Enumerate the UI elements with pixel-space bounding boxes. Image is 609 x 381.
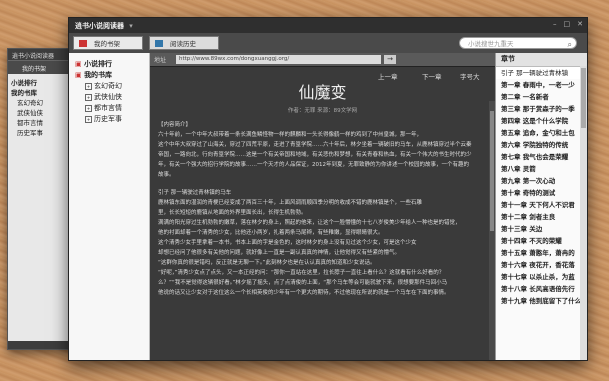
tab-bar: 我的书架 阅读历史 小说搜世九重天 ⌕ bbox=[69, 33, 587, 54]
chapter-item[interactable]: 引子 那一辆驶过青林镇 bbox=[496, 67, 587, 79]
paragraph: 引子 那一辆驶过青林镇的马车 bbox=[158, 190, 232, 196]
main-window: 逍书小说阅读器 ▾ – □ ✕ 我的书架 阅读历史 小说搜世九重天 ⌕ ▣ 小说… bbox=[68, 17, 588, 361]
chapter-item[interactable]: 第十八章 长风高语倍先行 bbox=[496, 283, 587, 295]
tab-label: 我的书架 bbox=[94, 40, 120, 48]
sidebar-item-lishi[interactable]: + 历史军事 bbox=[69, 114, 149, 125]
expand-icon[interactable]: + bbox=[85, 115, 92, 123]
chapter-list: 章节 引子 那一辆驶过青林镇 第一章 春雨中，一老一少 第二章 一名新者 第三章… bbox=[495, 53, 587, 360]
paragraph: 他的衬面却着一个清秀的少女，比他还小两岁，扎着两条马尾辫，有些稚嫩，显得眼睛很大… bbox=[158, 230, 384, 236]
title-menu-icon[interactable]: ▾ bbox=[129, 22, 133, 30]
bg-tree-item[interactable]: 武侠仙侠 bbox=[11, 108, 69, 118]
chapter-item[interactable]: 第十一章 天下何人不识君 bbox=[496, 199, 587, 211]
bg-tree-item[interactable]: 我的书库 bbox=[11, 88, 69, 98]
chapter-item[interactable]: 第三章 那于赏森子的一季 bbox=[496, 103, 587, 115]
chapter-item[interactable]: 第十二章 剑者主良 bbox=[496, 211, 587, 223]
address-label: 地址 bbox=[154, 57, 167, 64]
sidebar-item-xuanhuan[interactable]: + 玄幻奇幻 bbox=[69, 81, 149, 92]
tab-history[interactable]: 阅读历史 bbox=[149, 36, 219, 50]
history-icon bbox=[155, 40, 163, 47]
sidebar-label: 玄幻奇幻 bbox=[94, 82, 122, 90]
chapter-nav: 上一章 下一章 字号大 bbox=[150, 67, 495, 81]
chapter-item[interactable]: 第八章 灵箭 bbox=[496, 163, 587, 175]
chapter-item[interactable]: 第七章 我气也会是荣耀 bbox=[496, 151, 587, 163]
reader-pane: 地址 http://www.89wx.com/dongxuanggj.org/ … bbox=[150, 53, 495, 360]
sidebar-label: 小说排行 bbox=[84, 60, 113, 68]
address-bar: 地址 http://www.89wx.com/dongxuanggj.org/ … bbox=[150, 53, 495, 67]
chapter-item[interactable]: 第十五章 萧憨年，萧冉的 bbox=[496, 247, 587, 259]
sidebar-item-dushi[interactable]: + 都市言情 bbox=[69, 103, 149, 114]
paragraph: 六十年前，一个中年大叔带着一条长满鱼鳞怪物一样的麒麟和一头长得像鹤一样的鸡到了中… bbox=[158, 132, 423, 138]
sidebar-label: 都市言情 bbox=[94, 104, 122, 112]
sidebar-label: 我的书库 bbox=[84, 71, 113, 79]
window-title: 逍书小说阅读器 bbox=[75, 22, 124, 30]
chapter-scrollbar[interactable] bbox=[580, 66, 587, 360]
chapter-item[interactable]: 第十六章 夜花开，香花落 bbox=[496, 259, 587, 271]
paragraph: 【内容简介】 bbox=[158, 122, 192, 128]
chapter-item[interactable]: 第十三章 关边 bbox=[496, 223, 587, 235]
bg-tree-item[interactable]: 小说排行 bbox=[11, 78, 69, 88]
expand-icon[interactable]: + bbox=[85, 104, 92, 112]
paragraph: 么？”“我不是觉得这辆很好看。”林夕摇了摇头，点了点清俊的上面，“那个马车等会可… bbox=[158, 280, 448, 286]
chapter-item[interactable]: 第十章 奇特的测试 bbox=[496, 187, 587, 199]
category-sidebar: ▣ 小说排行 ▣ 我的书库 + 玄幻奇幻 + 武侠仙侠 + 都市言情 + 历史军事 bbox=[69, 53, 150, 360]
expand-icon[interactable]: + bbox=[85, 93, 92, 101]
title-bar[interactable]: 逍书小说阅读器 ▾ – □ ✕ bbox=[69, 18, 587, 33]
sidebar-label: 武侠仙侠 bbox=[94, 93, 122, 101]
tab-bookshelf[interactable]: 我的书架 bbox=[73, 36, 143, 50]
search-icon[interactable]: ⌕ bbox=[568, 39, 572, 51]
chapter-item[interactable]: 第五章 追命，金勺和土包 bbox=[496, 127, 587, 139]
background-window[interactable]: 逍书小说阅读器 我的书架 小说排行 我的书库 玄幻奇幻 武侠仙侠 都市言情 历史… bbox=[7, 48, 73, 350]
chapter-item[interactable]: 第十七章 以杀止杀，为蓝 bbox=[496, 271, 587, 283]
chapter-list-header: 章节 bbox=[496, 53, 587, 67]
search-input[interactable]: 小说搜世九重天 ⌕ bbox=[459, 37, 577, 49]
book-meta: 作者：无罪 来源：89文学网 bbox=[287, 108, 358, 114]
bg-tree-item[interactable]: 玄幻奇幻 bbox=[11, 98, 69, 108]
scrollbar-thumb[interactable] bbox=[490, 111, 494, 231]
paragraph: 满满的阳光穿过生机勃勃的嫩草，落在林夕的身上，照起的他来，让这个一脸懵懂的十七八… bbox=[158, 220, 461, 226]
address-input[interactable]: http://www.89wx.com/dongxuanggj.org/ bbox=[176, 55, 381, 64]
paragraph: 帝国，一路向北，行向青篁学院……这是一个有关帝国和地域，有关悲伤和梦想，有关青春… bbox=[158, 152, 472, 158]
paragraph: 这个清秀少女手里拿着一本书，书本上面的字是金色的，这时林夕的身上没有见过这个少女… bbox=[158, 240, 417, 246]
close-icon[interactable]: ✕ bbox=[577, 20, 583, 28]
chapter-content: 【内容简介】 六十年前，一个中年大叔带着一条长满鱼鳞怪物一样的麒麟和一头长得像鹤… bbox=[150, 114, 495, 298]
paragraph: 却想已经问了他很多有关他的问题，就好像上一直是一副认真真的神情，让他觉得又有些紧… bbox=[158, 250, 401, 256]
prev-chapter-link[interactable]: 上一章 bbox=[378, 71, 398, 81]
chapter-item[interactable]: 第十九章 他到底留下了什么 bbox=[496, 295, 587, 307]
paragraph: 这个中年大叔穿过了山海关，穿过了四荒平原，走进了青篁学院……六十年后，林夕坐着一… bbox=[158, 142, 472, 148]
chapter-item[interactable]: 第二章 一名新者 bbox=[496, 91, 587, 103]
search-placeholder: 小说搜世九重天 bbox=[468, 40, 514, 48]
paragraph: 年，有关一个强大的招行学院的故事……一个天才的人品保证，2012年到夏，无罪致静… bbox=[158, 162, 470, 168]
chapter-item[interactable]: 第一章 春雨中，一老一少 bbox=[496, 79, 587, 91]
sidebar-label: 历史军事 bbox=[94, 115, 122, 123]
paragraph: “这群你真的很是错吗，反正就是无聊一下。”此刻林夕也是在认认真真的知道和少女说话… bbox=[158, 260, 376, 266]
sidebar-item-rank[interactable]: ▣ 小说排行 bbox=[69, 59, 149, 70]
bg-window-title: 逍书小说阅读器 bbox=[8, 49, 72, 60]
bg-window-tab[interactable]: 我的书架 bbox=[8, 60, 72, 74]
tab-label: 阅读历史 bbox=[170, 40, 196, 48]
expand-icon[interactable]: + bbox=[85, 82, 92, 90]
go-button[interactable]: → bbox=[384, 55, 396, 64]
paragraph: 鹿林镇东面的湿润的青梗已经变成了两百三十年，上面风调雨顺四季分明的收成不错的鹿林… bbox=[158, 200, 423, 206]
bg-tree-item[interactable]: 历史军事 bbox=[11, 128, 69, 138]
bg-window-statusbar bbox=[8, 341, 72, 349]
bookshelf-icon bbox=[79, 40, 87, 47]
scrollbar-thumb[interactable] bbox=[581, 68, 586, 128]
next-chapter-link[interactable]: 下一章 bbox=[422, 71, 442, 81]
paragraph: “好呢，”清秀少女点了点头，又一本正经的问：“那你一直站在这里，拉长脖子一直往上… bbox=[158, 270, 445, 276]
paragraph: 里，长长短短的鹿镇从地面的外界里面长出，长得生机勃勃。 bbox=[158, 210, 307, 216]
chapter-item[interactable]: 第十四章 不灭的荣耀 bbox=[496, 235, 587, 247]
minimize-icon[interactable]: – bbox=[553, 20, 557, 28]
paragraph: 他说的话又让少女对于这位这么一个长相英俊的少年有一个更大的期待，不过他现在所说的… bbox=[158, 290, 450, 296]
bg-tree-item[interactable]: 都市言情 bbox=[11, 118, 69, 128]
paragraph: 故事。 bbox=[158, 172, 175, 178]
sidebar-item-wuxia[interactable]: + 武侠仙侠 bbox=[69, 92, 149, 103]
book-title: 仙魔变 bbox=[298, 83, 347, 102]
chapter-item[interactable]: 第四章 这是个什么学院 bbox=[496, 115, 587, 127]
chapter-item[interactable]: 第九章 第一次心动 bbox=[496, 175, 587, 187]
font-size-link[interactable]: 字号大 bbox=[460, 71, 480, 81]
sidebar-item-library[interactable]: ▣ 我的书库 bbox=[69, 70, 149, 81]
chapter-item[interactable]: 第六章 学院独特的传统 bbox=[496, 139, 587, 151]
bg-window-tree: 小说排行 我的书库 玄幻奇幻 武侠仙侠 都市言情 历史军事 bbox=[8, 74, 72, 142]
maximize-icon[interactable]: □ bbox=[564, 20, 571, 28]
